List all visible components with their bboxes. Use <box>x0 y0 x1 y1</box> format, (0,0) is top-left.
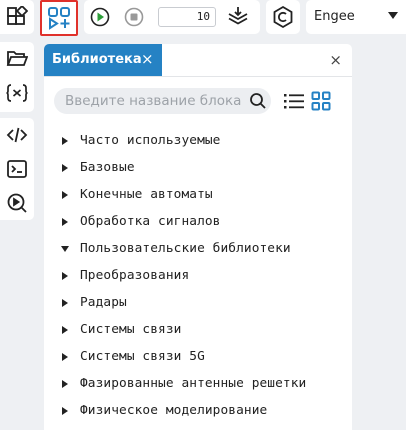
library-category-label: Фазированные антенные решетки <box>80 376 307 391</box>
library-category-label: Физическое моделирование <box>80 403 268 418</box>
caret-right-icon[interactable] <box>62 407 68 415</box>
caret-right-icon[interactable] <box>62 326 68 334</box>
steps-input[interactable]: 10 <box>158 7 216 27</box>
inspect-icon[interactable] <box>0 186 34 220</box>
tab-close-icon[interactable]: × <box>141 50 154 68</box>
library-category[interactable]: Системы связи 5G <box>44 344 352 371</box>
library-category[interactable]: Базовые <box>44 155 352 182</box>
home-button[interactable] <box>0 0 34 34</box>
engine-select[interactable]: Engee <box>306 0 406 34</box>
variables-icon[interactable] <box>0 76 34 110</box>
caret-right-icon[interactable] <box>62 218 68 226</box>
chevron-down-icon <box>388 12 398 19</box>
add-block-icon <box>47 6 71 30</box>
caret-right-icon[interactable] <box>62 353 68 361</box>
library-category-label: Системы связи 5G <box>80 349 205 364</box>
stop-icon[interactable] <box>124 7 144 27</box>
library-category-label: Радары <box>80 295 127 310</box>
library-category[interactable]: Фазированные антенные решетки <box>44 371 352 398</box>
caret-right-icon[interactable] <box>62 380 68 388</box>
library-category-label: Пользовательские библиотеки <box>80 241 291 256</box>
library-category-label: Преобразования <box>80 268 190 283</box>
blocks-home-icon <box>6 6 28 28</box>
caret-right-icon[interactable] <box>62 137 68 145</box>
tab-library[interactable]: Библиотека × <box>44 44 162 76</box>
library-category[interactable]: Обработка сигналов <box>44 209 352 236</box>
caret-right-icon[interactable] <box>62 191 68 199</box>
library-category-label: Обработка сигналов <box>80 214 221 229</box>
folder-icon[interactable] <box>0 42 34 76</box>
run-icon[interactable] <box>90 7 110 27</box>
tab-library-label: Библиотека <box>52 52 142 67</box>
library-category[interactable]: Физическое моделирование <box>44 398 352 425</box>
caret-right-icon[interactable] <box>62 164 68 172</box>
code-icon[interactable] <box>0 118 34 152</box>
tab-divider <box>44 76 352 77</box>
sidebar-group-tools <box>0 118 34 220</box>
library-panel: Библиотека × × Часто используемые Базовые… <box>44 44 352 430</box>
library-category[interactable]: Преобразования <box>44 263 352 290</box>
layers-icon[interactable] <box>226 5 250 29</box>
search-input[interactable] <box>54 88 244 114</box>
model-button[interactable] <box>266 0 300 34</box>
simulation-controls: 10 <box>84 0 260 34</box>
library-category-label: Конечные автоматы <box>80 187 213 202</box>
sidebar-group-files <box>0 42 34 112</box>
code-generation-icon <box>271 5 295 29</box>
library-category-label: Часто используемые <box>80 133 221 148</box>
list-view-icon[interactable] <box>282 89 306 113</box>
engine-value: Engee <box>314 9 355 24</box>
panel-close-icon[interactable]: × <box>329 51 342 69</box>
library-category[interactable]: Конечные автоматы <box>44 182 352 209</box>
terminal-icon[interactable] <box>0 152 34 186</box>
library-category-label: Базовые <box>80 160 135 175</box>
search-box <box>54 88 271 114</box>
library-category[interactable]: Часто используемые <box>44 128 352 155</box>
library-toggle-button[interactable] <box>40 0 78 36</box>
library-category[interactable]: Радары <box>44 290 352 317</box>
caret-right-icon[interactable] <box>62 299 68 307</box>
caret-down-icon[interactable] <box>61 246 69 252</box>
library-category[interactable]: Системы связи <box>44 317 352 344</box>
library-category[interactable]: Пользовательские библиотеки <box>44 236 352 263</box>
library-tree: Часто используемые Базовые Конечные автома… <box>44 128 352 425</box>
search-icon[interactable] <box>248 91 268 111</box>
grid-view-icon[interactable] <box>309 89 333 113</box>
caret-right-icon[interactable] <box>62 272 68 280</box>
library-category-label: Системы связи <box>80 322 182 337</box>
